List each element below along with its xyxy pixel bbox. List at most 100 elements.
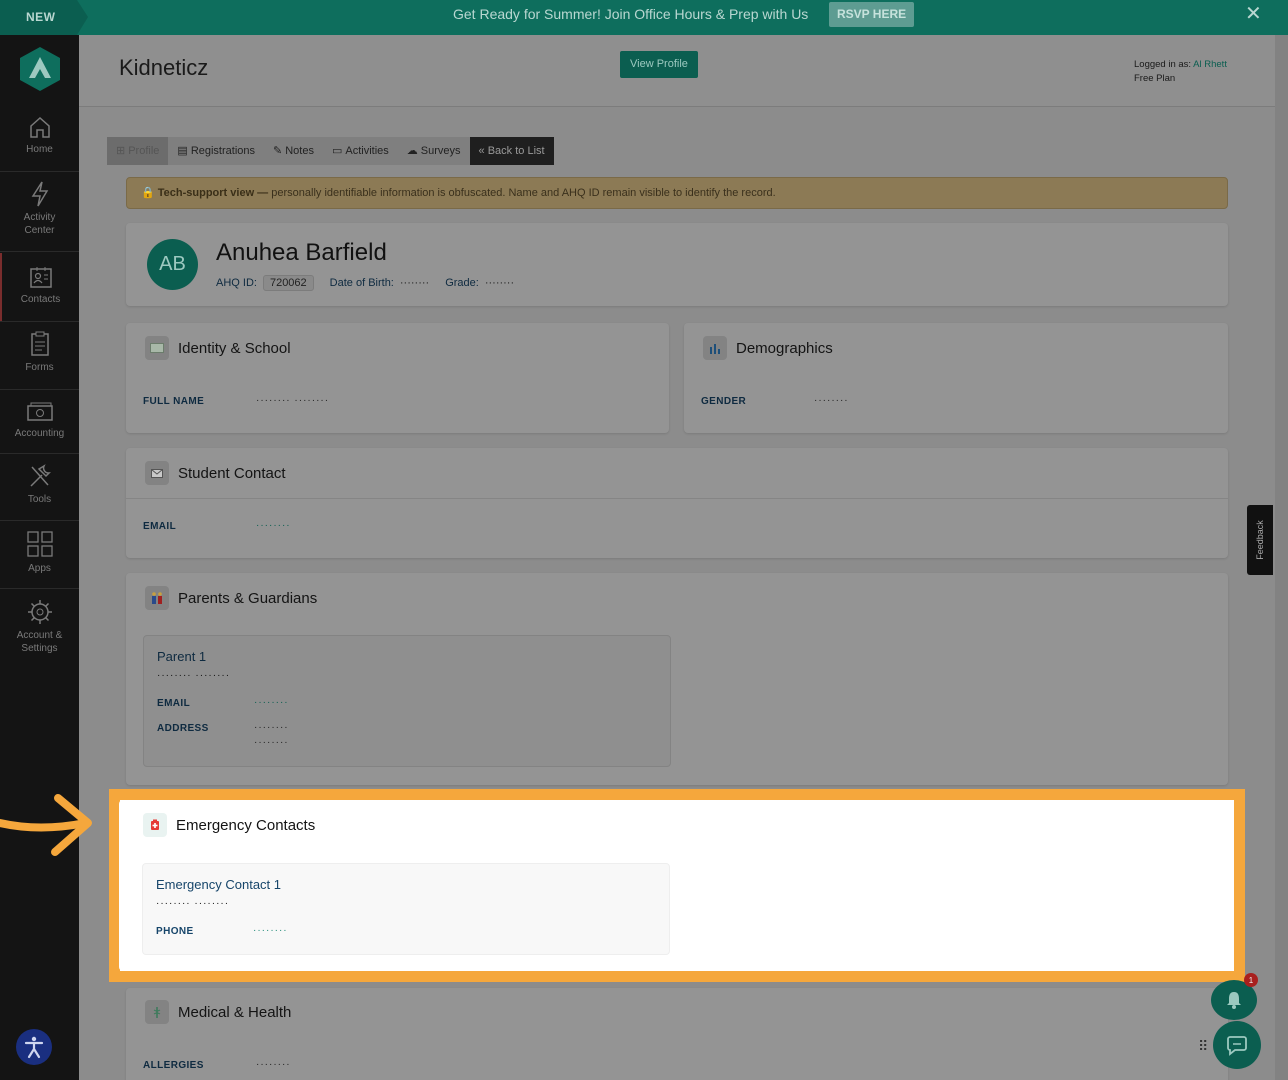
- parent-email-value[interactable]: ········: [254, 697, 289, 708]
- accessibility-icon: [24, 1036, 44, 1059]
- caduceus-icon: [145, 1000, 169, 1024]
- sidebar-item-apps[interactable]: Apps: [0, 530, 79, 575]
- new-tag: NEW: [0, 0, 88, 35]
- user-link[interactable]: Al Rhett: [1193, 59, 1227, 70]
- gear-icon: [27, 600, 52, 624]
- card-title: Demographics: [703, 336, 833, 360]
- announcement-banner: NEW Get Ready for Summer! Join Office Ho…: [0, 0, 1288, 35]
- medical-title: Medical & Health: [178, 1003, 292, 1021]
- app-logo-icon[interactable]: [20, 47, 60, 91]
- tab-profile[interactable]: ⊞ Profile: [107, 137, 169, 165]
- allergies-value: ········: [256, 1059, 291, 1070]
- tab-notes[interactable]: ✎ Notes: [264, 137, 323, 165]
- email-value[interactable]: ········: [256, 520, 291, 531]
- sidebar-item-label: Tools: [27, 494, 52, 505]
- card-title: Emergency Contacts: [143, 813, 315, 837]
- phone-value[interactable]: ········: [253, 925, 288, 936]
- parent-name: ········ ········: [157, 670, 231, 681]
- accessibility-button[interactable]: [16, 1029, 52, 1065]
- grade-value: ········: [484, 277, 515, 289]
- dob-value: ········: [399, 277, 430, 289]
- home-icon: [29, 116, 50, 138]
- close-icon[interactable]: ✕: [1245, 3, 1262, 25]
- full-name-value: ········ ········: [256, 395, 330, 406]
- sidebar-divider: [0, 321, 79, 322]
- tab-activities[interactable]: ▭ Activities: [322, 137, 398, 165]
- bar-chart-icon: [703, 336, 727, 360]
- ahq-id-value: 720062: [262, 275, 314, 291]
- view-profile-button[interactable]: View Profile: [620, 51, 698, 78]
- sidebar-item-label: Activity Center: [23, 212, 56, 236]
- banner-message: Get Ready for Summer! Join Office Hours …: [453, 6, 809, 22]
- tab-registrations[interactable]: ▤ Registrations: [168, 137, 265, 165]
- parents-title: Parents & Guardians: [178, 589, 318, 607]
- demographics-title: Demographics: [736, 339, 833, 357]
- emergency-contact-title: Emergency Contact 1: [156, 877, 282, 892]
- card-title: Medical & Health: [145, 1000, 291, 1024]
- card-title: Student Contact: [145, 461, 286, 485]
- emergency-contacts-card: Emergency Contacts Emergency Contact 1 ·…: [119, 800, 1227, 971]
- drag-handle-icon[interactable]: ⠿: [1198, 1038, 1208, 1055]
- email-label: EMAIL: [143, 521, 177, 532]
- sidebar-divider: [0, 171, 79, 172]
- annotation-arrow-icon: [0, 794, 92, 856]
- sidebar-item-tools[interactable]: Tools: [0, 463, 79, 506]
- sidebar-item-label: Account & Settings: [16, 630, 63, 654]
- card-title: Parents & Guardians: [145, 586, 317, 610]
- bell-icon: [1227, 992, 1241, 1009]
- ahq-id-label: AHQ ID:: [216, 277, 257, 289]
- tech-support-notice: 🔒 Tech-support view — personally identif…: [126, 177, 1228, 209]
- sidebar-divider: [0, 588, 79, 589]
- dob-label: Date of Birth:: [329, 277, 394, 289]
- lightning-icon: [31, 181, 48, 207]
- student-name: Anuhea Barfield: [216, 239, 387, 266]
- sidebar-item-forms[interactable]: Forms: [0, 331, 79, 374]
- identity-school-card: Identity & School FULL NAME ········ ···…: [126, 323, 669, 433]
- sidebar-item-activity-center[interactable]: Activity Center: [0, 181, 79, 237]
- parents-guardians-card: Parents & Guardians Parent 1 ········ ··…: [126, 573, 1228, 785]
- tab-label: Notes: [285, 145, 314, 157]
- main-content: Kidneticz View Profile Logged in as: Al …: [79, 35, 1288, 1080]
- gender-value: ········: [814, 395, 849, 406]
- plan-label: Free Plan: [1134, 73, 1176, 84]
- sidebar-item-contacts[interactable]: Contacts: [0, 253, 79, 321]
- id-card-icon: [145, 336, 169, 360]
- chat-button[interactable]: [1213, 1021, 1261, 1069]
- registrations-icon: ▤: [177, 145, 188, 157]
- apps-grid-icon: [26, 531, 53, 557]
- profile-icon: ⊞: [116, 145, 126, 157]
- feedback-tab[interactable]: Feedback: [1247, 505, 1273, 575]
- tab-label: Profile: [128, 145, 160, 157]
- login-info: Logged in as: Al Rhett Free Plan: [1134, 58, 1227, 86]
- sidebar-item-label: Home: [26, 144, 53, 155]
- sidebar-item-label: Accounting: [14, 428, 65, 439]
- sidebar-divider: [0, 389, 79, 390]
- phone-label: PHONE: [156, 926, 194, 937]
- gender-label: GENDER: [701, 396, 747, 407]
- sidebar-item-label: Forms: [25, 362, 54, 373]
- envelope-icon: [145, 461, 169, 485]
- clipboard-icon: [30, 331, 49, 356]
- tab-label: Activities: [345, 145, 389, 157]
- parent-card: Parent 1 ········ ········ EMAIL ·······…: [143, 635, 671, 767]
- sidebar-item-account-settings[interactable]: Account & Settings: [0, 599, 79, 655]
- feedback-label: Feedback: [1255, 520, 1265, 560]
- demographics-card: Demographics GENDER ········: [684, 323, 1228, 433]
- back-to-list-button[interactable]: « Back to List: [469, 137, 554, 165]
- parent-email-label: EMAIL: [157, 698, 191, 709]
- medical-health-card: Medical & Health ALLERGIES ········: [126, 988, 1228, 1080]
- sidebar-item-home[interactable]: Home: [0, 115, 79, 156]
- contacts-icon: [29, 267, 52, 288]
- tab-surveys[interactable]: ☁ Surveys: [397, 137, 470, 165]
- cloud-icon: ☁: [406, 145, 418, 157]
- rsvp-button[interactable]: RSVP HERE: [829, 2, 915, 27]
- avatar: AB: [147, 239, 198, 290]
- parent-address-label: ADDRESS: [157, 723, 209, 734]
- student-contact-title: Student Contact: [178, 464, 286, 482]
- notes-icon: ✎: [273, 145, 283, 157]
- page-scrollbar[interactable]: [1275, 35, 1288, 1080]
- allergies-label: ALLERGIES: [143, 1060, 204, 1071]
- tools-icon: [29, 464, 51, 487]
- sidebar-item-accounting[interactable]: Accounting: [0, 401, 79, 440]
- notice-bold: Tech-support view —: [157, 187, 269, 199]
